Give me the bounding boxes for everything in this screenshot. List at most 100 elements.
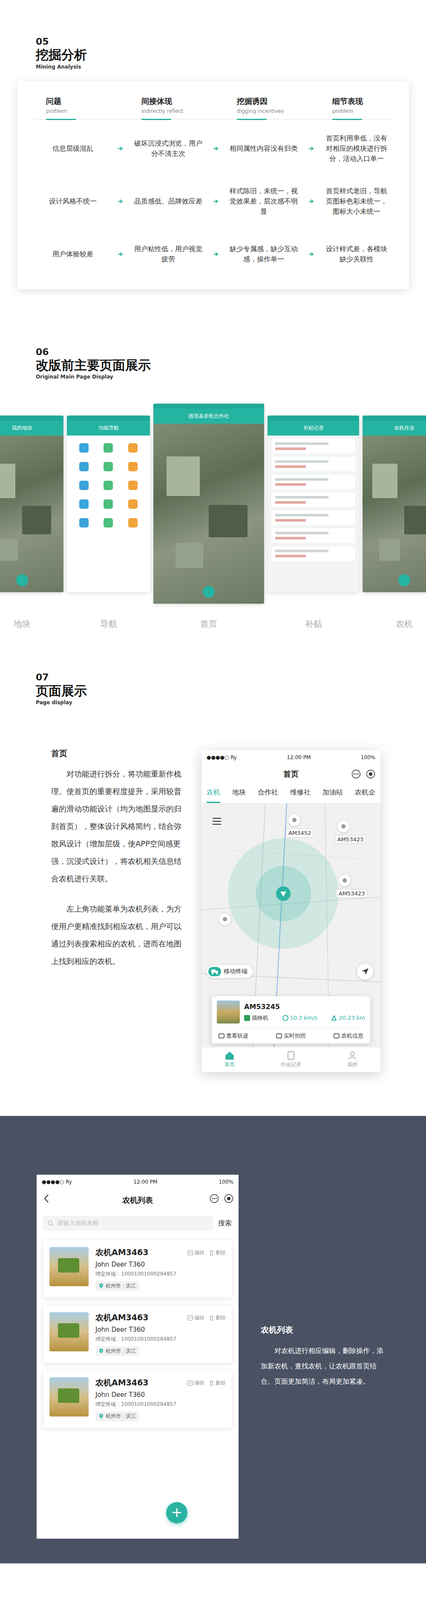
- terminal-button[interactable]: 移动终端: [206, 965, 253, 979]
- machine-terminal: 绑定终端：10001001000294857: [95, 1271, 226, 1279]
- nav-icon: [224, 1051, 235, 1061]
- machine-name: 农机AM3463: [95, 1312, 149, 1325]
- grid-body: [66, 435, 150, 593]
- machine-location-icon[interactable]: [275, 886, 291, 902]
- nav-item[interactable]: 我的: [347, 1051, 358, 1069]
- action-icon: [218, 1033, 225, 1040]
- map[interactable]: AM3452AM53423AM53423移动终端AM53245插秧机10.3 k…: [201, 803, 381, 1048]
- table-cell: 设计风格不统一: [34, 192, 112, 211]
- analysis-header: 05挖掘分析Mining Analysis: [0, 0, 426, 70]
- marker-label: AM53423: [334, 835, 366, 845]
- more-icon[interactable]: [209, 1194, 219, 1204]
- table-column-header: 问题problem: [34, 96, 112, 120]
- more-icon[interactable]: [351, 769, 361, 780]
- machine-card[interactable]: AM53245插秧机10.3 km/s20.23 km查看轨迹实时拍照农机信息: [211, 996, 371, 1045]
- display-header: 07页面展示Page display: [0, 672, 426, 706]
- machine-model: John Deer T360: [95, 1261, 226, 1270]
- category-tab[interactable]: 地块: [232, 783, 246, 804]
- screen-column: 补贴记录补贴: [267, 403, 360, 631]
- add-icon: [16, 574, 29, 587]
- machine-card[interactable]: 农机AM3463编辑删除John Deer T360绑定终端：100010010…: [43, 1371, 232, 1429]
- category-tab[interactable]: 农机: [206, 783, 221, 804]
- screen-shot: 农机作业: [362, 415, 426, 593]
- category-tab[interactable]: 加油站: [322, 783, 343, 804]
- header-accent: [236, 118, 267, 121]
- locate-icon[interactable]: [356, 963, 374, 981]
- machine-marker[interactable]: AM3452: [288, 814, 314, 838]
- table-cell: 信息层级混乱: [34, 140, 112, 158]
- table-row: 设计风格不统一品质感低、品牌效应差样式陈旧，未统一，视觉效果差，层次感不明显首页…: [34, 175, 392, 228]
- map-body: [153, 423, 265, 605]
- machine-type-icon: [244, 1015, 251, 1022]
- machine-marker[interactable]: [218, 913, 231, 926]
- pin-icon: [98, 1349, 104, 1355]
- search-input[interactable]: 请输入农机名称: [43, 1216, 213, 1232]
- card-action[interactable]: 农机信息: [333, 1032, 364, 1041]
- delete-button[interactable]: 删除: [208, 1380, 226, 1388]
- screen-shot: 补贴记录: [267, 415, 360, 593]
- card-action[interactable]: 实时拍照: [276, 1032, 306, 1041]
- location-tag: 杭州市滨江: [95, 1347, 140, 1357]
- screen-label: 补贴: [305, 618, 323, 631]
- description-title: 首页: [51, 748, 185, 760]
- machine-card[interactable]: 农机AM3463编辑删除John Deer T360绑定终端：100010010…: [43, 1306, 232, 1364]
- machine-list-section: ●●●●○ Ry12:00 PM100%农机列表请输入农机名称搜索农机AM346…: [0, 1116, 426, 1565]
- header-accent: [46, 118, 76, 121]
- description-paragraph: 左上角功能菜单为农机列表，为方便用户更精准找到相应农机，用户可以通过列表搜索相应…: [51, 900, 185, 971]
- delete-button[interactable]: 删除: [208, 1249, 226, 1258]
- arrow-right-icon: [308, 199, 314, 204]
- search-button[interactable]: 搜索: [218, 1219, 232, 1229]
- target-icon[interactable]: [365, 769, 376, 780]
- section-number: 06: [35, 347, 426, 358]
- machine-marker[interactable]: AM53423: [337, 820, 366, 845]
- edit-button[interactable]: 编辑: [187, 1380, 205, 1388]
- status-bar: ●●●●○ Ry12:00 PM100%: [201, 750, 381, 766]
- screen-label: 导航: [100, 618, 118, 631]
- category-tab[interactable]: 维修社: [290, 783, 311, 804]
- table-cell: 相同属性内容没有归类: [225, 140, 303, 158]
- delete-button[interactable]: 删除: [208, 1315, 226, 1323]
- section-title: 改版前主要页面展示: [35, 357, 426, 374]
- status-bar: ●●●●○ Ry12:00 PM100%: [36, 1175, 239, 1190]
- delete-icon: [208, 1315, 215, 1322]
- category-tab[interactable]: 农机企: [354, 783, 376, 804]
- edit-button[interactable]: 编辑: [187, 1249, 205, 1258]
- arrow-right-icon: [308, 146, 314, 151]
- menu-icon[interactable]: [211, 817, 223, 827]
- nav-item[interactable]: 作业记录: [280, 1051, 302, 1069]
- table-cell: 缺少专属感，缺少互动感，操作单一: [225, 240, 303, 268]
- target-icon[interactable]: [224, 1194, 234, 1204]
- home-phone: ●●●●○ Ry12:00 PM100% 首页 农机地块合作社维修社加油站农机企 AM…: [201, 750, 381, 1073]
- section-title: 页面展示: [35, 683, 426, 700]
- edit-button[interactable]: 编辑: [187, 1315, 205, 1323]
- arrow-right-icon: [213, 146, 219, 151]
- screen-column: 功能导航导航: [66, 403, 150, 631]
- machine-marker[interactable]: AM53423: [338, 875, 368, 899]
- table-cell: 用户粘性低，用户视觉疲劳: [129, 240, 207, 268]
- machine-photo: [49, 1312, 89, 1353]
- category-tabs: 农机地块合作社维修社加油站农机企: [201, 783, 381, 804]
- edit-icon: [187, 1315, 193, 1322]
- section-number: 07: [35, 672, 426, 683]
- nav-item[interactable]: 首页: [224, 1051, 235, 1069]
- location-tag: 杭州市滨江: [95, 1281, 140, 1292]
- pin-icon: [98, 1283, 104, 1290]
- category-tab[interactable]: 合作社: [257, 783, 279, 804]
- table-cell: 用户体验较差: [34, 245, 112, 263]
- section-subtitle: Mining Analysis: [35, 63, 426, 70]
- original-screens: 我的地块地块功能导航导航德清县农机合作社首页补贴记录补贴农机作业农机: [0, 403, 426, 631]
- screen-label: 地块: [13, 618, 31, 631]
- card-action[interactable]: 查看轨迹: [218, 1032, 249, 1041]
- machine-card[interactable]: 农机AM3463 编辑删除 John Deer T360绑定终端：100010010…: [43, 1240, 232, 1299]
- machine-name: 农机AM3463: [95, 1247, 149, 1259]
- machine-terminal: 绑定终端：10001001000294857: [95, 1336, 226, 1344]
- back-icon[interactable]: [43, 1194, 50, 1204]
- table-cell: 首页样式老旧，导航页图标色彩未统一，图标大小未统一: [320, 182, 392, 221]
- table-cell: 设计样式差，各模块缺少关联性: [320, 240, 392, 268]
- screen-shot: 功能导航: [66, 415, 150, 593]
- add-machine-button[interactable]: +: [166, 1502, 188, 1525]
- home-section: 首页对功能进行拆分，将功能重新作梳理。使首页的重要程度提升，采用较普遍的滑动功能…: [0, 748, 426, 1117]
- pin-icon: [98, 1414, 104, 1420]
- screen-column: 我的地块地块: [0, 403, 64, 631]
- screen-title-bar: 功能导航: [66, 420, 150, 436]
